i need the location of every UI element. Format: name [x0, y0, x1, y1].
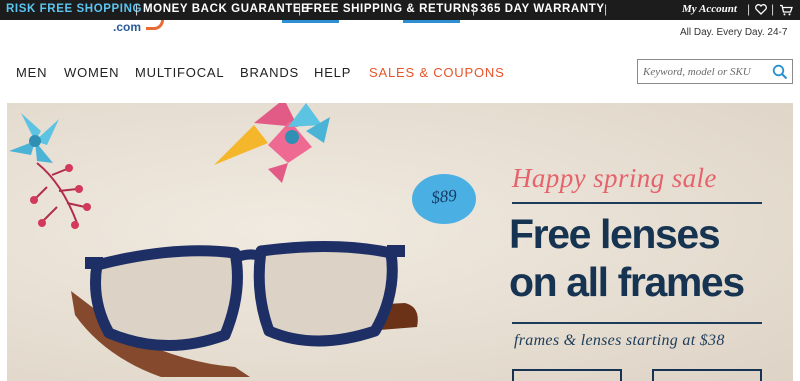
- eyeglasses-product-image[interactable]: [65, 231, 437, 381]
- price-tag: $89: [412, 174, 476, 224]
- shop-cta-button[interactable]: [512, 369, 622, 381]
- cart-icon[interactable]: [779, 2, 793, 17]
- promo-risk-free[interactable]: RISK FREE SHOPPING: [6, 3, 142, 15]
- headline-rule-top: [512, 202, 762, 204]
- header-accent-bar: [403, 20, 460, 23]
- promo-money-back[interactable]: MONEY BACK GUARANTEE: [143, 3, 309, 15]
- price-tag-label: $89: [430, 185, 458, 208]
- nav-help[interactable]: HELP: [314, 65, 351, 80]
- site-logo[interactable]: .com: [113, 20, 141, 34]
- headline-rule-bottom: [512, 322, 762, 324]
- nav-multifocal[interactable]: MULTIFOCAL: [135, 65, 224, 80]
- promo-divider: |: [472, 2, 476, 16]
- paper-flower-decoration: [214, 103, 330, 183]
- header-accent-bar: [282, 20, 339, 23]
- search-box: [637, 59, 793, 84]
- nav-brands[interactable]: BRANDS: [240, 65, 299, 80]
- logo-swoosh: [146, 20, 164, 30]
- nav-men[interactable]: MEN: [16, 65, 47, 80]
- hero-subline: frames & lenses starting at $38: [514, 332, 725, 349]
- promo-divider: |: [747, 2, 751, 16]
- heart-icon[interactable]: [755, 2, 767, 17]
- promo-divider: |: [135, 2, 139, 16]
- support-tagline: All Day. Every Day. 24-7: [680, 27, 788, 38]
- hero-banner[interactable]: $89 Happy spring sale Free lenses on all…: [7, 103, 793, 381]
- promo-free-shipping[interactable]: FREE SHIPPING & RETURNS: [306, 3, 479, 15]
- headline-line-1: Free lenses: [509, 211, 721, 257]
- promo-bar: RISK FREE SHOPPING | MONEY BACK GUARANTE…: [0, 0, 800, 20]
- promo-divider: |: [771, 2, 775, 16]
- my-account-link[interactable]: My Account: [682, 3, 737, 15]
- nav-sales-coupons[interactable]: SALES & COUPONS: [369, 65, 505, 80]
- search-icon[interactable]: [772, 64, 788, 80]
- promo-divider: |: [298, 2, 302, 16]
- shop-cta-button[interactable]: [652, 369, 762, 381]
- promo-warranty[interactable]: 365 DAY WARRANTY: [480, 3, 605, 15]
- nav-women[interactable]: WOMEN: [64, 65, 119, 80]
- search-input[interactable]: [643, 62, 769, 81]
- sale-title: Happy spring sale: [512, 163, 717, 193]
- headline-line-2: on all frames: [509, 259, 745, 305]
- promo-divider: |: [604, 2, 608, 16]
